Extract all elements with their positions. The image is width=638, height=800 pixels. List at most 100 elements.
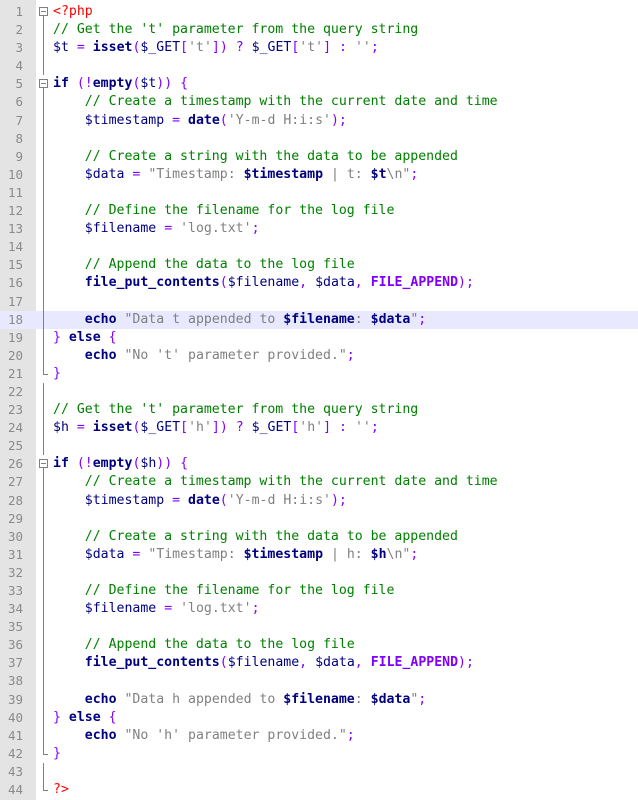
token-variable: $_GET	[251, 420, 292, 436]
fold-toggle-icon[interactable]	[39, 455, 48, 474]
code-line[interactable]: 35	[0, 618, 638, 637]
code-line[interactable]: 19} else {	[0, 328, 638, 347]
line-number: 37	[7, 655, 23, 671]
token-whitespace	[53, 113, 85, 128]
code-line[interactable]: 29	[0, 509, 638, 528]
line-number: 8	[15, 130, 23, 146]
token-string: | t:	[323, 166, 371, 182]
token-whitespace	[307, 275, 315, 290]
code-line[interactable]: 10 $data = "Timestamp: $timestamp | t: $…	[0, 165, 638, 184]
token-operator: :	[339, 40, 347, 56]
token-operator: );	[330, 492, 347, 508]
code-line[interactable]: 32	[0, 563, 638, 582]
code-text: $filename = 'log.txt';	[53, 600, 260, 618]
code-line[interactable]: 17	[0, 292, 638, 311]
code-line[interactable]: 31 $data = "Timestamp: $timestamp | h: $…	[0, 545, 638, 564]
code-line[interactable]: 40} else {	[0, 708, 638, 727]
code-line[interactable]: 44 ?>	[0, 781, 638, 799]
code-line[interactable]: 27 // Create a timestamp with the curren…	[0, 473, 638, 492]
line-number: 34	[7, 601, 23, 617]
code-line[interactable]: 4	[0, 57, 638, 76]
token-variable: $t	[140, 76, 157, 92]
code-line[interactable]: 2 // Get the 't' parameter from the query…	[0, 21, 638, 40]
fold-toggle-icon[interactable]	[39, 75, 48, 94]
token-operator: }	[53, 329, 61, 345]
code-line[interactable]: 38	[0, 672, 638, 691]
code-line[interactable]: 23 // Get the 't' parameter from the quer…	[0, 401, 638, 420]
code-line[interactable]: 18 echo "Data t appended to $filename: $…	[0, 310, 638, 329]
token-keyword: file_put_contents	[84, 655, 220, 671]
token-string: "Data t appended to	[124, 311, 284, 327]
line-number: 44	[7, 782, 23, 798]
code-line[interactable]: 1 <?php	[0, 3, 638, 22]
token-string: 't'	[299, 40, 324, 56]
code-line[interactable]: 5 if (!empty($t)) {	[0, 75, 638, 94]
fold-guide-line	[39, 310, 48, 329]
code-text: // Append the data to the log file	[53, 636, 355, 654]
code-line[interactable]: 9 // Create a string with the data to be…	[0, 147, 638, 166]
token-whitespace	[156, 221, 164, 236]
code-line[interactable]: 26 if (!empty($h)) {	[0, 455, 638, 474]
fold-guide-line	[39, 183, 48, 203]
token-keyword: $timestamp	[243, 166, 324, 182]
code-line[interactable]: 6 // Create a timestamp with the current…	[0, 93, 638, 112]
code-line[interactable]: 16 file_put_contents($filename, $data, F…	[0, 274, 638, 293]
code-line[interactable]: 15 // Append the data to the log file	[0, 256, 638, 275]
code-line[interactable]: 34 $filename = 'log.txt';	[0, 600, 638, 619]
code-text: echo "No 'h' parameter provided.";	[53, 727, 355, 745]
token-whitespace	[53, 655, 85, 670]
token-keyword: $data	[370, 311, 411, 327]
token-whitespace	[53, 583, 85, 598]
token-operator: ;	[346, 347, 355, 363]
fold-guide-line	[39, 654, 48, 673]
token-keyword: file_put_contents	[84, 275, 220, 291]
fold-guide-line	[39, 382, 48, 402]
code-line[interactable]: 43	[0, 762, 638, 782]
token-whitespace	[53, 312, 85, 327]
token-whitespace	[69, 40, 77, 55]
code-line[interactable]: 11	[0, 183, 638, 203]
code-line[interactable]: 37 file_put_contents($filename, $data, F…	[0, 654, 638, 673]
code-line[interactable]: 36 // Append the data to the log file	[0, 636, 638, 655]
code-line[interactable]: 3 $t = isset($_GET['t']) ? $_GET['t'] : '…	[0, 39, 638, 58]
code-line[interactable]: 22	[0, 382, 638, 402]
code-editor[interactable]: 1 <?php 2 // Get the 't' parameter from the…	[0, 0, 638, 800]
code-line[interactable]: 28 $timestamp = date('Y-m-d H:i:s');	[0, 491, 638, 510]
code-text: if (!empty($t)) {	[53, 75, 188, 93]
code-line[interactable]: 39 echo "Data h appended to $filename: $…	[0, 690, 638, 709]
line-number: 36	[7, 637, 23, 653]
fold-toggle-icon[interactable]	[39, 3, 48, 22]
token-whitespace	[363, 655, 371, 670]
code-line[interactable]: 41 echo "No 'h' parameter provided.";	[0, 726, 638, 745]
token-operator: ,	[354, 275, 363, 291]
fold-guide-line	[39, 582, 48, 601]
code-area[interactable]: 1 <?php 2 // Get the 't' parameter from the…	[0, 3, 638, 799]
code-line[interactable]: 30 // Create a string with the data to b…	[0, 527, 638, 546]
code-line[interactable]: 12 // Define the filename for the log fi…	[0, 202, 638, 221]
code-line[interactable]: 13 $filename = 'log.txt';	[0, 220, 638, 239]
code-text: $data = "Timestamp: $timestamp | t: $t\n…	[53, 166, 419, 184]
token-whitespace	[53, 167, 85, 182]
code-line[interactable]: 8	[0, 129, 638, 148]
token-operator: );	[330, 112, 347, 128]
token-variable: $filename	[227, 655, 300, 671]
token-whitespace	[180, 113, 188, 128]
token-operator: ,	[299, 275, 308, 291]
code-line[interactable]: 42}	[0, 744, 638, 763]
code-line[interactable]: 33 // Define the filename for the log fi…	[0, 582, 638, 601]
code-line[interactable]: 21}	[0, 364, 638, 383]
token-variable: $filename	[84, 601, 157, 617]
token-operator: (!	[76, 456, 93, 472]
code-line[interactable]: 14	[0, 238, 638, 257]
line-number: 20	[7, 347, 23, 363]
token-operator: {	[180, 76, 189, 92]
token-keyword: echo	[84, 691, 117, 707]
code-line[interactable]: 20 echo "No 't' parameter provided.";	[0, 346, 638, 365]
code-line[interactable]: 24 $h = isset($_GET['h']) ? $_GET['h'] : …	[0, 419, 638, 438]
code-line[interactable]: 7 $timestamp = date('Y-m-d H:i:s');	[0, 111, 638, 130]
fold-guide-line	[39, 672, 48, 691]
token-whitespace	[53, 529, 85, 544]
code-line[interactable]: 25	[0, 437, 638, 456]
token-operator: =	[76, 420, 85, 436]
token-operator: ;	[251, 221, 260, 237]
